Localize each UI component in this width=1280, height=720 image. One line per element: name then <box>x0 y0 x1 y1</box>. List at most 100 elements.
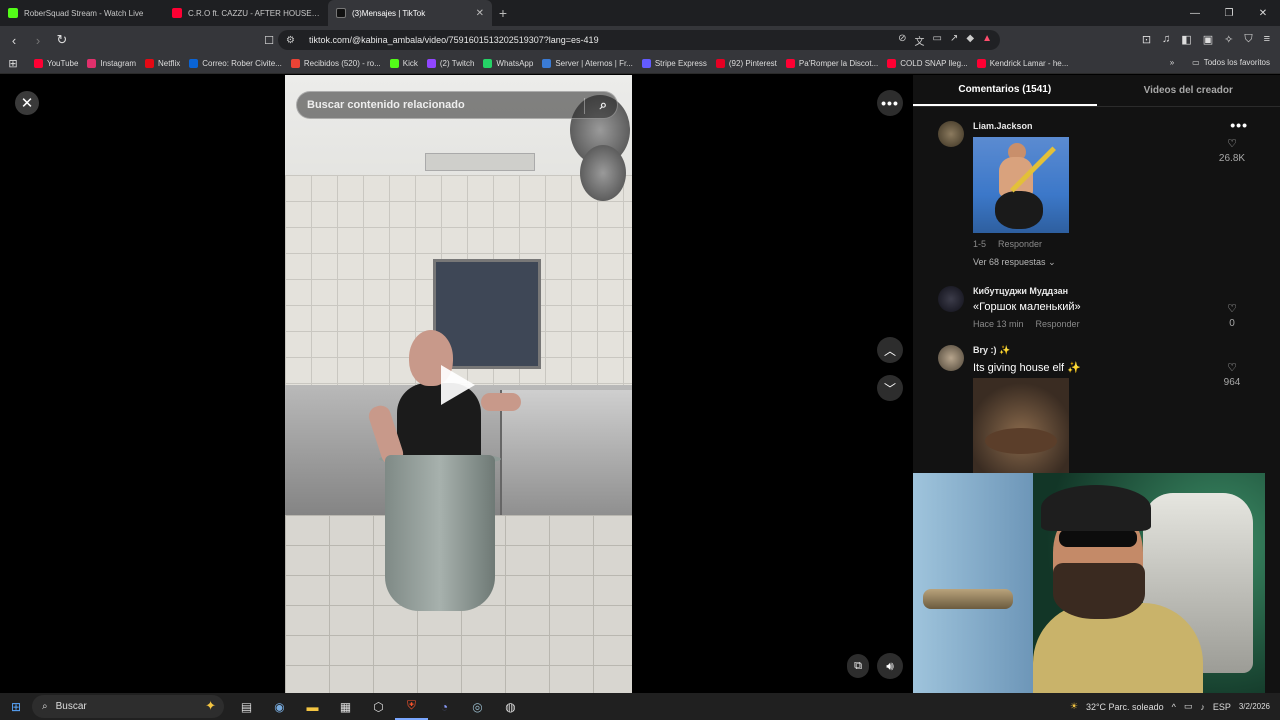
minimize-icon[interactable]: — <box>1178 0 1212 26</box>
next-video-button[interactable]: ﹀ <box>877 375 903 401</box>
music-icon[interactable]: ♫ <box>1162 33 1170 46</box>
copilot-icon[interactable]: ◉ <box>263 700 296 714</box>
tab-youtube-cro[interactable]: C.R.O ft. CAZZU - AFTER HOUSE (Offi <box>164 0 328 26</box>
view-replies-link[interactable]: Ver 68 respuestas ⌄ <box>973 257 1213 268</box>
reply-link[interactable]: Responder <box>1036 319 1080 329</box>
tracking-icon[interactable]: ⊘ <box>898 33 906 48</box>
bookmark-whatsapp[interactable]: WhatsApp <box>483 59 533 68</box>
omnibox[interactable]: ⚙ tiktok.com/@kabina_ambala/video/759160… <box>278 30 1000 50</box>
sidebar-icon[interactable]: ◧ <box>1181 33 1191 46</box>
taskbar-search[interactable]: ⌕ Buscar ✦ <box>32 695 224 718</box>
video-frame-vent <box>425 153 535 171</box>
comment-meta: 1-5 Responder <box>973 239 1213 249</box>
comment-more-icon[interactable]: ••• <box>1230 117 1248 133</box>
share-icon[interactable]: ↗ <box>950 33 958 48</box>
weather-text[interactable]: 32°C Parc. soleado <box>1086 702 1164 712</box>
bookmark-aternos[interactable]: Server | Aternos | Fr... <box>542 59 633 68</box>
bookmark-youtube[interactable]: YouTube <box>34 59 78 68</box>
comment-item: Bry :) ✨ Its giving house elf ✨ ♡ 964 <box>938 345 1278 475</box>
back-icon[interactable]: ‹ <box>4 30 24 50</box>
bookmark-page-icon[interactable]: ☐ <box>259 30 279 50</box>
related-search-input[interactable]: Buscar contenido relacionado ⌕ <box>296 91 618 119</box>
close-window-icon[interactable]: ✕ <box>1246 0 1280 26</box>
previous-video-button[interactable]: ︿ <box>877 337 903 363</box>
pinterest-icon <box>715 59 725 68</box>
menu-icon[interactable]: ≡ <box>1264 33 1270 46</box>
panel-tabs: Comentarios (1541) Videos del creador <box>913 75 1280 107</box>
comment-username[interactable]: Кибутцуджи Муддзан <box>973 286 1213 296</box>
like-count: 26.8K <box>1218 153 1246 164</box>
bookmark-twitch[interactable]: (2) Twitch <box>426 59 474 68</box>
discord-icon[interactable]: ◔ <box>428 700 461 714</box>
tab-tiktok[interactable]: (3)Mensajes | TikTok ✕ <box>328 0 492 26</box>
brave-browser-icon[interactable]: ⛨ <box>395 693 428 720</box>
clock-date: 3/2/2026 <box>1238 701 1270 711</box>
tab-comments[interactable]: Comentarios (1541) <box>913 75 1097 106</box>
bookmark-kendrick[interactable]: Kendrick Lamar - he... <box>976 59 1068 68</box>
tab-robersquad[interactable]: RoberSquad Stream - Watch Live <box>0 0 164 26</box>
vpn-icon[interactable]: ⛉ <box>1244 33 1252 46</box>
task-view-icon[interactable]: ▤ <box>230 700 263 714</box>
bookmarks-overflow-icon[interactable]: » <box>1170 58 1174 67</box>
file-explorer-icon[interactable]: ▬ <box>296 700 329 714</box>
youtube-icon <box>34 59 43 68</box>
heart-icon: ♡ <box>1227 362 1237 374</box>
comment-username[interactable]: Bry :) <box>973 345 997 355</box>
tab-creator-videos[interactable]: Videos del creador <box>1097 75 1280 106</box>
bookmark-kick[interactable]: Kick <box>389 59 418 68</box>
clock[interactable]: 3/2/2026 <box>1239 702 1270 712</box>
search-placeholder: Buscar contenido relacionado <box>307 99 465 111</box>
store-icon[interactable]: ▦ <box>329 700 362 714</box>
play-icon[interactable] <box>441 365 475 405</box>
windows-start-icon[interactable]: ⊞ <box>0 700 32 714</box>
steam-icon[interactable]: ◎ <box>461 700 494 714</box>
avatar[interactable] <box>938 345 964 371</box>
brave-shield-icon[interactable]: ◆ <box>966 33 974 48</box>
new-tab-button[interactable]: + <box>492 0 514 26</box>
bookmark-gmail[interactable]: Recibidos (520) - ro... <box>290 59 381 68</box>
bookmarks-right: » ▭ Todos los favoritos <box>1170 58 1270 67</box>
mini-player-button[interactable]: ⧉ <box>847 654 869 678</box>
restore-icon[interactable]: ❐ <box>1212 0 1246 26</box>
bookmark-outlook[interactable]: Correo: Rober Civite... <box>189 59 282 68</box>
network-icon[interactable]: ▭ <box>1184 701 1193 712</box>
tab-close-icon[interactable]: ✕ <box>476 8 484 19</box>
volume-button[interactable]: 🔊︎ <box>877 653 903 679</box>
bookmark-instagram[interactable]: Instagram <box>87 59 136 68</box>
apps-grid-icon[interactable]: ⊞ <box>0 57 26 70</box>
all-bookmarks-folder[interactable]: ▭ Todos los favoritos <box>1192 58 1270 67</box>
avatar[interactable] <box>938 286 964 312</box>
translate-icon[interactable]: 文 <box>915 33 925 48</box>
close-video-button[interactable]: ✕ <box>15 91 39 115</box>
bookmark-netflix[interactable]: Netflix <box>145 59 180 68</box>
leo-ai-icon[interactable]: ✧ <box>1224 33 1233 46</box>
site-settings-icon[interactable]: ⚙ <box>286 35 295 46</box>
like-button[interactable]: ♡ 964 <box>1212 361 1252 388</box>
wallet-icon[interactable]: ▣ <box>1203 33 1213 46</box>
bookmark-coldsnap[interactable]: COLD SNAP lleg... <box>887 59 968 68</box>
bookmark-paromper[interactable]: Pa'Romper la Discot... <box>785 59 878 68</box>
app-icon[interactable]: ⬡ <box>362 700 395 714</box>
youtube-favicon-icon <box>172 8 182 18</box>
comment-username[interactable]: Liam.Jackson <box>973 121 1213 131</box>
brave-rewards-icon[interactable]: ▲ <box>982 33 992 48</box>
like-button[interactable]: ♡ 26.8K <box>1212 137 1252 164</box>
screenshot-icon[interactable]: ⊡ <box>1142 33 1151 46</box>
reply-link[interactable]: Responder <box>998 239 1042 249</box>
video-player[interactable] <box>285 75 632 693</box>
bookmark-pinterest[interactable]: (92) Pinterest <box>715 59 777 68</box>
forward-icon[interactable]: › <box>28 30 48 50</box>
avatar[interactable] <box>938 121 964 147</box>
language-indicator[interactable]: ESP <box>1213 702 1231 712</box>
bookmark-stripe[interactable]: Stripe Express <box>641 59 707 68</box>
reload-icon[interactable]: ↻ <box>52 30 72 50</box>
all-bookmarks-label: Todos los favoritos <box>1203 58 1270 67</box>
tray-overflow-icon[interactable]: ^ <box>1172 702 1176 712</box>
comment-body: Bry :) ✨ Its giving house elf ✨ <box>973 345 1213 474</box>
more-options-button[interactable]: ••• <box>877 90 903 116</box>
obs-icon[interactable]: ◍ <box>494 700 527 714</box>
like-button[interactable]: ♡ 0 <box>1212 302 1252 329</box>
volume-icon[interactable]: ♪ <box>1200 702 1205 712</box>
search-icon[interactable]: ⌕ <box>600 97 607 113</box>
cast-icon[interactable]: ▭ <box>933 33 942 48</box>
